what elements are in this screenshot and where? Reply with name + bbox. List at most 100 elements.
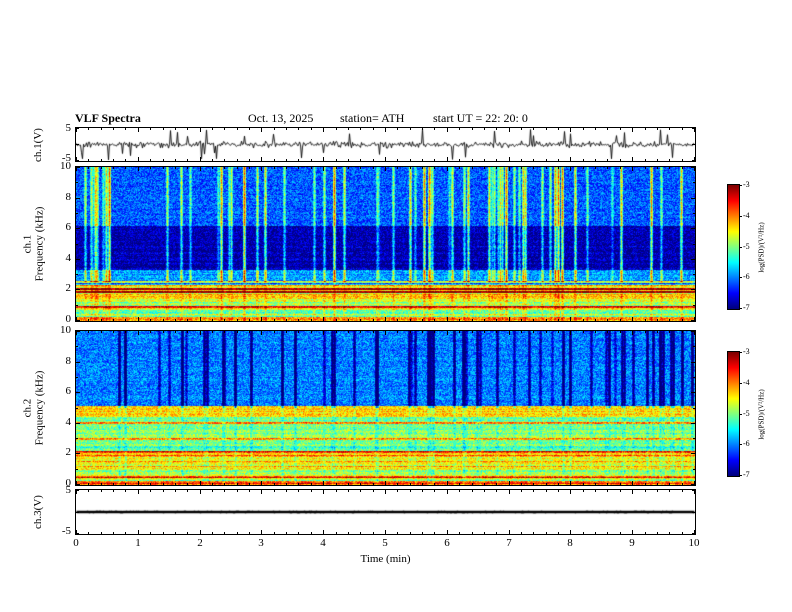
colorbar-tick-label: -6: [743, 439, 750, 448]
x-tick: [212, 319, 213, 321]
x-tick: [595, 331, 596, 333]
x-tick: [224, 490, 225, 492]
x-tick: [385, 128, 386, 132]
colorbar-tick-label: -3: [743, 180, 750, 189]
x-tick: [509, 167, 510, 171]
x-tick: [311, 532, 312, 534]
x-tick: [410, 483, 411, 485]
x-tick: [521, 490, 522, 492]
y-tick: [76, 274, 78, 275]
colorbar-tick: [739, 352, 742, 353]
x-tick: [175, 331, 176, 333]
x-tick: [336, 331, 337, 333]
x-tick: [348, 128, 349, 130]
ch1-spec-label-line2: Frequency (kHz): [33, 206, 45, 282]
x-tick: [212, 532, 213, 534]
x-tick: [583, 483, 584, 485]
vlf-spectra-figure: VLF Spectra Oct. 13, 2025 station= ATH s…: [0, 0, 792, 612]
x-tick: [397, 483, 398, 485]
y-tick: [76, 259, 80, 260]
y-tick: [76, 228, 80, 229]
x-tick: [645, 159, 646, 161]
x-tick: [200, 490, 201, 494]
y-tick: [691, 198, 695, 199]
x-tick: [261, 490, 262, 494]
x-tick: [632, 128, 633, 132]
x-tick: [533, 159, 534, 161]
y-tick: [76, 128, 79, 129]
x-tick: [410, 159, 411, 161]
y-tick: [691, 320, 695, 321]
ch1-frequency-axis-label: ch.1 Frequency (kHz): [14, 166, 52, 322]
x-tick: [459, 159, 460, 161]
x-tick: [496, 159, 497, 161]
x-tick: [175, 319, 176, 321]
x-tick: [187, 490, 188, 492]
x-tick: [472, 159, 473, 161]
x-tick: [397, 532, 398, 534]
x-tick: [595, 159, 596, 161]
x-tick: [657, 331, 658, 333]
x-tick: [583, 490, 584, 492]
colorbar-2-canvas: [728, 352, 739, 476]
x-tick: [311, 167, 312, 169]
x-tick: [558, 490, 559, 492]
x-tick: [385, 331, 386, 335]
x-tick: [323, 128, 324, 132]
x-tick: [558, 319, 559, 321]
x-tick: [583, 159, 584, 161]
x-tick: [533, 167, 534, 169]
x-tick: [249, 319, 250, 321]
x-tick: [570, 157, 571, 161]
x-tick: [187, 159, 188, 161]
x-tick: [150, 490, 151, 492]
x-tick: [336, 159, 337, 161]
x-tick: [447, 317, 448, 321]
freq-tick-label: 2: [65, 282, 72, 294]
date-label: Oct. 13, 2025: [248, 111, 314, 125]
y-tick: [76, 167, 80, 168]
x-tick: [200, 331, 201, 335]
x-tick: [645, 128, 646, 130]
y-tick: [76, 512, 79, 513]
y-tick: [691, 392, 695, 393]
y-tick: [76, 289, 80, 290]
x-tick: [237, 167, 238, 169]
y-tick: [76, 490, 79, 491]
x-tick: [558, 128, 559, 130]
x-tick: [360, 483, 361, 485]
x-tick: [212, 159, 213, 161]
y-tick: [693, 377, 695, 378]
x-tick: [397, 490, 398, 492]
x-tick: [533, 490, 534, 492]
x-tick: [348, 331, 349, 333]
x-tick: [163, 159, 164, 161]
x-tick: [558, 331, 559, 333]
x-tick: [669, 490, 670, 492]
x-tick: [175, 532, 176, 534]
x-tick: [422, 319, 423, 321]
x-tick: [360, 128, 361, 130]
x-tick: [669, 319, 670, 321]
x-tick: [397, 331, 398, 333]
x-tick: [88, 532, 89, 534]
x-tick: [187, 319, 188, 321]
x-tick: [373, 159, 374, 161]
x-tick: [286, 128, 287, 130]
x-tick: [163, 490, 164, 492]
x-tick: [422, 490, 423, 492]
x-tick: [422, 532, 423, 534]
y-tick: [693, 305, 695, 306]
x-tick: [373, 483, 374, 485]
x-tick: [509, 331, 510, 335]
y-tick: [76, 213, 78, 214]
x-tick: [558, 159, 559, 161]
ch3-voltage-axis-label: ch.3(V): [24, 489, 52, 535]
x-tick: [237, 532, 238, 534]
x-tick: [434, 331, 435, 333]
y-tick: [691, 484, 695, 485]
x-tick: [163, 319, 164, 321]
x-tick: [113, 167, 114, 169]
x-tick: [150, 331, 151, 333]
x-tick: [410, 319, 411, 321]
